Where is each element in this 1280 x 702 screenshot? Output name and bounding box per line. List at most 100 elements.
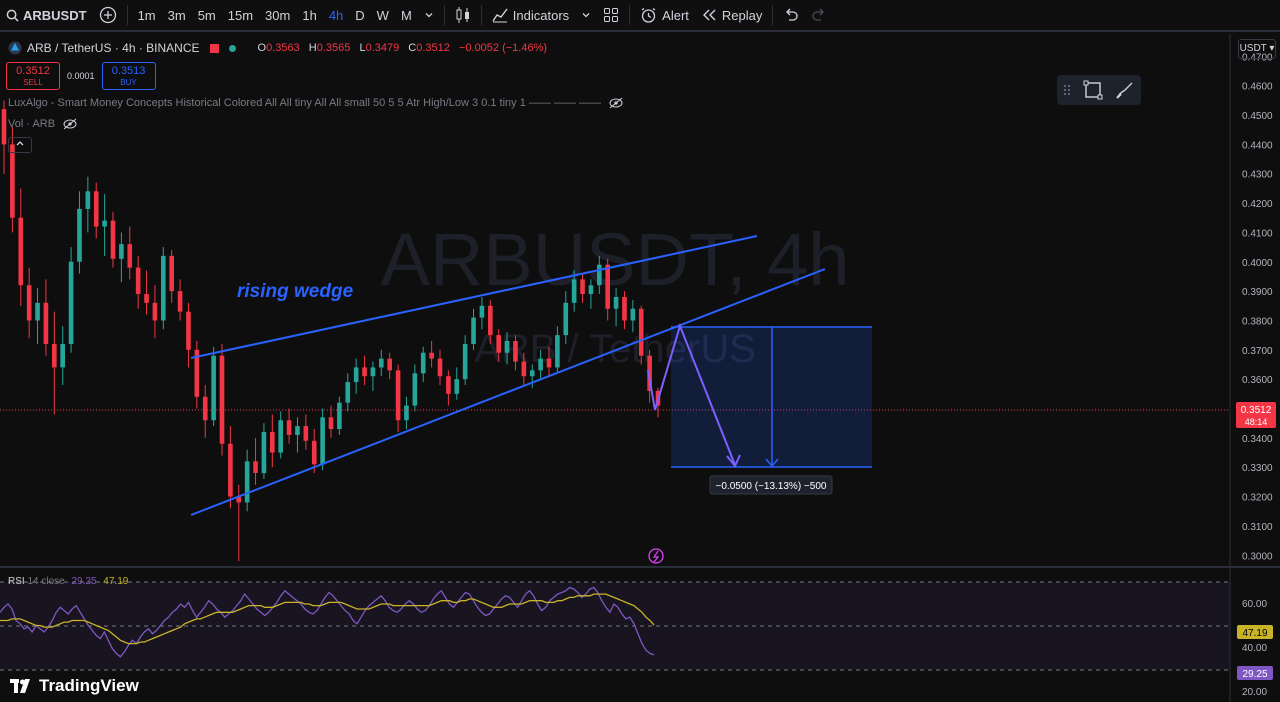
candle-body (580, 279, 585, 295)
candle (244, 449, 250, 512)
market-open-icon (228, 44, 236, 52)
candle (353, 358, 359, 394)
candle (60, 326, 65, 386)
open-value: 0.3563 (266, 42, 300, 54)
low-label: L (359, 42, 366, 54)
wedge-label: rising wedge (237, 281, 354, 302)
candle-body (303, 426, 309, 441)
indicator-volume[interactable]: Vol · ARB (8, 118, 77, 130)
ohlc-values: O0.3563 H0.3565 L0.3479 C0.3512 −0.0052 … (258, 42, 554, 54)
candle (345, 373, 351, 412)
candle-body (588, 285, 594, 295)
candle (471, 308, 476, 350)
legend-title[interactable]: ARB / TetherUS · 4h · BINANCE (27, 41, 200, 55)
candle (202, 385, 208, 438)
candle (446, 370, 451, 406)
candle (93, 182, 99, 239)
sell-button[interactable]: 0.3512 SELL (6, 62, 60, 90)
low-value: 0.3479 (365, 42, 400, 54)
watermark-symbol: ARBUSDT, 4h (381, 218, 850, 301)
brush-tool-icon[interactable] (1115, 80, 1135, 100)
chart-window: { "toolbar": { "symbol": "ARBUSDT", "tim… (0, 0, 1280, 702)
candle-body (278, 420, 283, 453)
currency-select[interactable]: USDT ▾ (1238, 39, 1276, 59)
candle-body (613, 296, 619, 309)
candle (412, 364, 418, 412)
eye-hidden-icon[interactable] (63, 118, 77, 130)
candle (295, 417, 300, 453)
brand-name: TradingView (39, 676, 139, 695)
price-tick: 0.4100 (1242, 228, 1273, 239)
candle (102, 194, 107, 256)
price-tick: 0.3400 (1242, 434, 1273, 445)
candle-body (202, 396, 208, 421)
candle-body (52, 343, 57, 368)
candle (68, 247, 74, 353)
drag-handle-icon[interactable] (1063, 83, 1071, 97)
price-tick: 0.4500 (1242, 111, 1273, 122)
candle (35, 288, 40, 344)
candle (186, 302, 191, 368)
candle-body (379, 358, 384, 368)
candle-body (404, 405, 409, 421)
candle-body (571, 279, 577, 303)
tradingview-logo[interactable]: TradingView (10, 676, 139, 696)
eye-hidden-icon[interactable] (609, 97, 623, 109)
price-tick: 0.3200 (1242, 493, 1273, 504)
candle-body (10, 144, 15, 218)
spread-value: 0.0001 (67, 71, 95, 81)
price-scale[interactable]: 0.47000.46000.45000.44000.43000.42000.41… (1242, 52, 1273, 562)
buy-label: BUY (120, 78, 137, 87)
candle-body (161, 255, 166, 321)
candle-body (127, 244, 133, 268)
price-tick: 0.3300 (1242, 463, 1273, 474)
candle (337, 396, 342, 435)
candle-body (353, 367, 359, 383)
candle (286, 408, 292, 444)
close-value: 0.3512 (416, 42, 450, 54)
candle-body (605, 264, 610, 309)
candle (110, 211, 116, 268)
rsi-ma-tag-value: 47.19 (1242, 628, 1267, 639)
tradingview-logo-icon (10, 679, 30, 693)
candle (479, 296, 485, 330)
candle-body (395, 370, 401, 421)
candle-body (135, 267, 141, 295)
candle-body (597, 264, 602, 286)
candle-body (504, 341, 510, 353)
candle (152, 285, 158, 339)
trade-panel: 0.3512 SELL 0.0001 0.3513 BUY (6, 62, 156, 90)
candle-body (429, 352, 434, 359)
candle-body (311, 440, 317, 465)
candle-body (496, 335, 501, 353)
buy-button[interactable]: 0.3513 BUY (101, 62, 156, 90)
candle-body (538, 358, 543, 371)
candle (278, 411, 283, 459)
flag-icon (209, 43, 219, 53)
candle-body (295, 426, 300, 435)
change-value: −0.0052 (−1.46%) (458, 42, 548, 54)
indicator-luxalgo[interactable]: LuxAlgo - Smart Money Concepts Historica… (8, 97, 623, 109)
chevron-up-icon (16, 141, 24, 146)
candle (395, 364, 401, 432)
candle (119, 232, 124, 283)
candle-body (35, 302, 40, 321)
rsi-ma-value: 47.19 (103, 576, 129, 587)
sell-label: SELL (23, 78, 43, 87)
candle (429, 341, 434, 368)
candle (52, 311, 57, 415)
event-marker-icon[interactable] (648, 548, 664, 564)
candle-body (337, 402, 342, 430)
price-tick: 0.4400 (1242, 140, 1273, 151)
candle-body (412, 373, 418, 406)
rsi-legend[interactable]: RSI 14 close 29.25 47.19 (8, 576, 128, 587)
rectangle-tool-icon[interactable] (1083, 80, 1103, 100)
last-price-value: 0.3512 (1241, 405, 1272, 416)
price-tick: 0.3000 (1242, 551, 1273, 562)
price-tick: 0.3700 (1242, 346, 1273, 357)
bar-countdown: 48:14 (1245, 417, 1268, 427)
candle (253, 437, 258, 485)
candle-body (630, 308, 636, 321)
candle (387, 352, 392, 380)
collapse-legend-button[interactable] (8, 137, 32, 153)
